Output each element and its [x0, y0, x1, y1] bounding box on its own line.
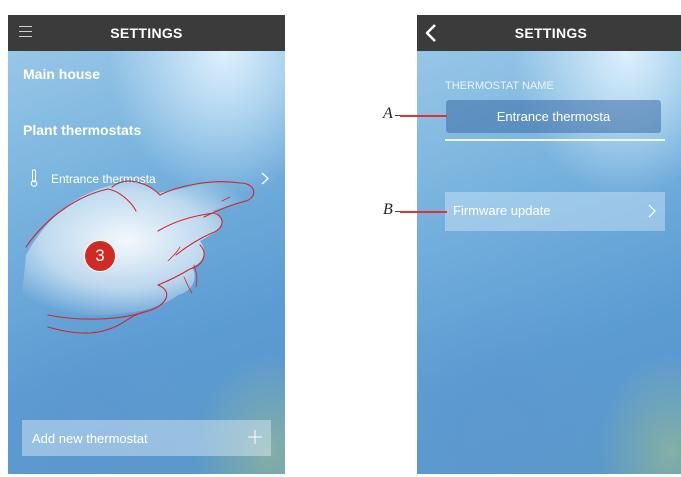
add-thermostat-label: Add new thermostat [32, 431, 148, 446]
thermostat-row[interactable]: Entrance thermosta [8, 163, 285, 195]
thermostat-name-input[interactable]: Entrance thermosta [446, 100, 661, 133]
chevron-right-icon [261, 172, 269, 185]
callout-a-label: A [383, 105, 393, 122]
step-number-badge: 3 [84, 240, 116, 272]
firmware-update-label: Firmware update [453, 203, 551, 218]
top-bar: SETTINGS [8, 15, 285, 51]
main-house-heading[interactable]: Main house [23, 66, 100, 82]
settings-screen-right: SETTINGS THERMOSTAT NAME Entrance thermo… [417, 15, 681, 474]
add-thermostat-button[interactable]: Add new thermostat [22, 420, 271, 456]
screen-title: SETTINGS [514, 25, 588, 41]
hand-pointer-illustration [22, 179, 255, 334]
plant-thermostats-heading: Plant thermostats [23, 122, 142, 138]
callout-b-line [400, 211, 447, 213]
settings-screen-left: SETTINGS Main house Plant thermostats En… [8, 15, 285, 474]
firmware-update-button[interactable]: Firmware update [445, 192, 665, 231]
thermometer-icon [30, 169, 38, 187]
top-bar: SETTINGS [417, 15, 681, 51]
callout-a-line [400, 115, 447, 117]
chevron-right-icon [648, 204, 656, 218]
screen-title: SETTINGS [110, 25, 183, 41]
callout-b-label: B [383, 201, 393, 218]
input-underline [445, 139, 665, 141]
thermostat-name: Entrance thermosta [51, 172, 156, 186]
plus-icon [248, 430, 262, 444]
thermostat-name-label: THERMOSTAT NAME [445, 80, 554, 92]
